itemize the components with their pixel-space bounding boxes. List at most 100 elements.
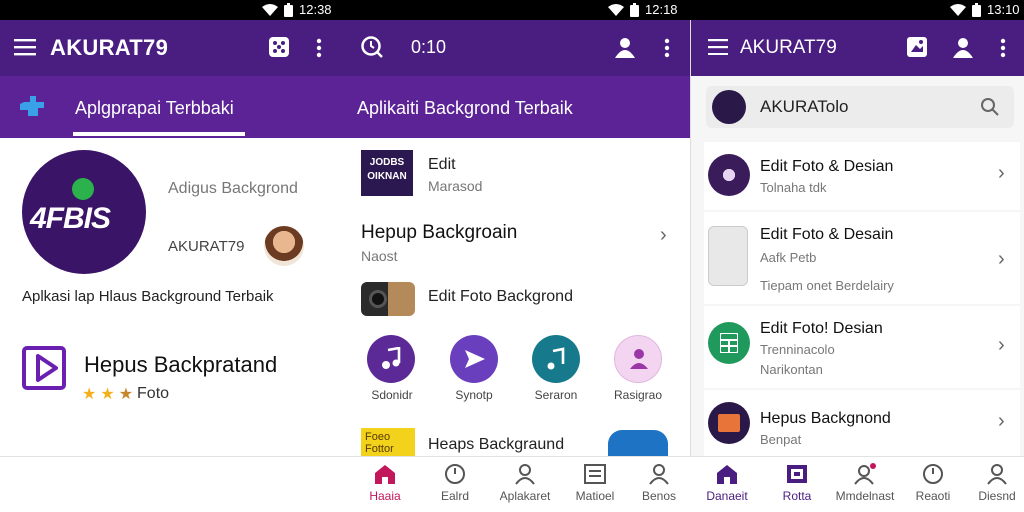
circle-button-person[interactable] [614, 335, 662, 383]
nav-label: Benos [641, 489, 677, 503]
search-icon[interactable] [980, 97, 1000, 117]
chevron-right-icon[interactable]: › [660, 224, 667, 247]
doc-icon [584, 464, 606, 484]
chevron-right-icon[interactable]: › [998, 162, 1005, 185]
item-title: Edit Foto! Desian [760, 320, 883, 337]
nav-label: Reaoti [915, 489, 951, 503]
list-item[interactable]: Edit Foto! Desian Trenninacolo Narikonta… [704, 306, 1020, 388]
item-line1: Trenninacolo [760, 342, 835, 357]
feature-title[interactable]: Hepus Backpratand [84, 352, 277, 378]
send-icon [465, 350, 485, 368]
item-title[interactable]: Edit Foto Backgrond [428, 288, 573, 306]
person-icon [649, 464, 669, 485]
search-bar[interactable]: AKURATolo [706, 86, 1014, 128]
more-vert-icon[interactable] [316, 38, 322, 58]
nav-person-badge[interactable]: Mmdelnast [830, 463, 900, 503]
star-icon: ★ [118, 386, 134, 403]
section-title[interactable]: Hepup Backgroain [361, 222, 517, 244]
nav-clock[interactable]: Ealrd [420, 463, 490, 503]
music-note-icon [547, 347, 565, 370]
puzzle-icon [20, 96, 44, 116]
item-title: Hepus Backgnond [760, 410, 891, 427]
camera-thumbnail [361, 282, 415, 316]
tab-active-2[interactable]: Aplikaiti Backgrond Terbaik [357, 98, 573, 119]
avatar [712, 90, 746, 124]
more-vert-icon[interactable] [664, 38, 670, 58]
nav-person[interactable]: Aplakaret [490, 463, 560, 503]
search-timer-icon[interactable] [360, 35, 384, 59]
nav-home[interactable]: Haaia [350, 463, 420, 503]
music-note-icon [382, 347, 401, 369]
battery-icon [284, 2, 293, 17]
status-time: 12:18 [645, 2, 678, 17]
battery-icon [630, 2, 639, 17]
feature-rating: ★ ★ ★ Foto [82, 384, 169, 404]
section-sub: Naost [361, 248, 398, 264]
item-thumbnail: Foeo Fottor [361, 428, 415, 456]
circle-label: Synotp [455, 388, 493, 402]
app-title: AKURAT79 [740, 37, 837, 58]
item-line1: Benpat [760, 432, 802, 447]
home-icon [717, 465, 737, 484]
circle-button-play[interactable] [450, 335, 498, 383]
nav-label: Rotta [782, 489, 812, 503]
chevron-right-icon[interactable]: › [998, 248, 1005, 271]
person-icon[interactable] [614, 36, 636, 58]
nav-person-2[interactable]: Benos [624, 463, 694, 503]
person-icon[interactable] [952, 36, 974, 58]
person-icon [987, 464, 1007, 485]
nav-label: Mmdelnast [835, 489, 895, 503]
nav-label: Aplakaret [499, 489, 551, 503]
search-input[interactable]: AKURATolo [760, 97, 849, 117]
avatar[interactable] [264, 226, 304, 266]
nav-clock-2[interactable]: Reaoti [898, 463, 968, 503]
tab-active[interactable]: Aplgprapai Terbbaki [75, 98, 234, 119]
wifi-icon [950, 3, 966, 16]
brand-logo: 4FBIS [22, 150, 146, 274]
item-title: Edit Foto & Desian [760, 158, 894, 175]
nav-home-2[interactable]: Danaeit [692, 463, 762, 503]
circle-button-music[interactable] [367, 335, 415, 383]
person-icon [630, 349, 648, 369]
nav-grid[interactable]: Rotta [762, 463, 832, 503]
nav-person-3[interactable]: Diesnd [962, 463, 1024, 503]
bottom-nav: Haaia Ealrd Aplakaret Matioel Benos Dana… [0, 456, 1024, 512]
item-avatar [708, 322, 750, 364]
dice-icon[interactable] [268, 36, 290, 58]
nav-label: Danaeit [706, 489, 748, 503]
home-icon [375, 465, 395, 484]
status-bar: 12:38 12:18 13:10 [0, 0, 1024, 20]
item-title: Edit Foto & Desain [760, 226, 894, 243]
item-avatar [708, 154, 750, 196]
list-item[interactable]: Hepus Backgnond Benpat › [704, 390, 1020, 456]
nav-doc[interactable]: Matioel [560, 463, 630, 503]
action-button[interactable] [608, 430, 668, 456]
item-line1: Tolnaha tdk [760, 180, 827, 195]
menu-icon[interactable] [708, 39, 728, 55]
app-description: Aplkasi lap Hlaus Background Terbaik [22, 288, 274, 305]
battery-icon [972, 2, 981, 17]
grid-icon [787, 465, 807, 483]
logo-subtitle: Adigus Backgrond [168, 180, 298, 197]
clock-icon [923, 464, 943, 484]
image-icon[interactable] [906, 36, 928, 58]
person-icon [515, 464, 535, 485]
person-badge-icon [854, 463, 876, 485]
feature-sub: Foto [137, 385, 170, 402]
status-time: 13:10 [987, 2, 1020, 17]
user-name: AKURAT79 [168, 238, 245, 255]
nav-label: Ealrd [440, 489, 469, 503]
video-play-icon [22, 346, 66, 390]
circle-label: Sdonidr [371, 388, 413, 402]
item-title[interactable]: Heaps Backgraund [428, 436, 564, 454]
menu-icon[interactable] [14, 38, 36, 56]
status-group-1: 12:38 [262, 2, 332, 17]
item-line1: Aafk Petb [760, 250, 817, 265]
item-title[interactable]: Edit [428, 156, 456, 174]
more-vert-icon[interactable] [1000, 38, 1006, 58]
list-item[interactable]: Edit Foto & Desian Tolnaha tdk › [704, 142, 1020, 210]
chevron-right-icon[interactable]: › [998, 334, 1005, 357]
circle-button-audio[interactable] [532, 335, 580, 383]
list-item[interactable]: Edit Foto & Desain Aafk Petb Tiepam onet… [704, 212, 1020, 304]
chevron-right-icon[interactable]: › [998, 410, 1005, 433]
